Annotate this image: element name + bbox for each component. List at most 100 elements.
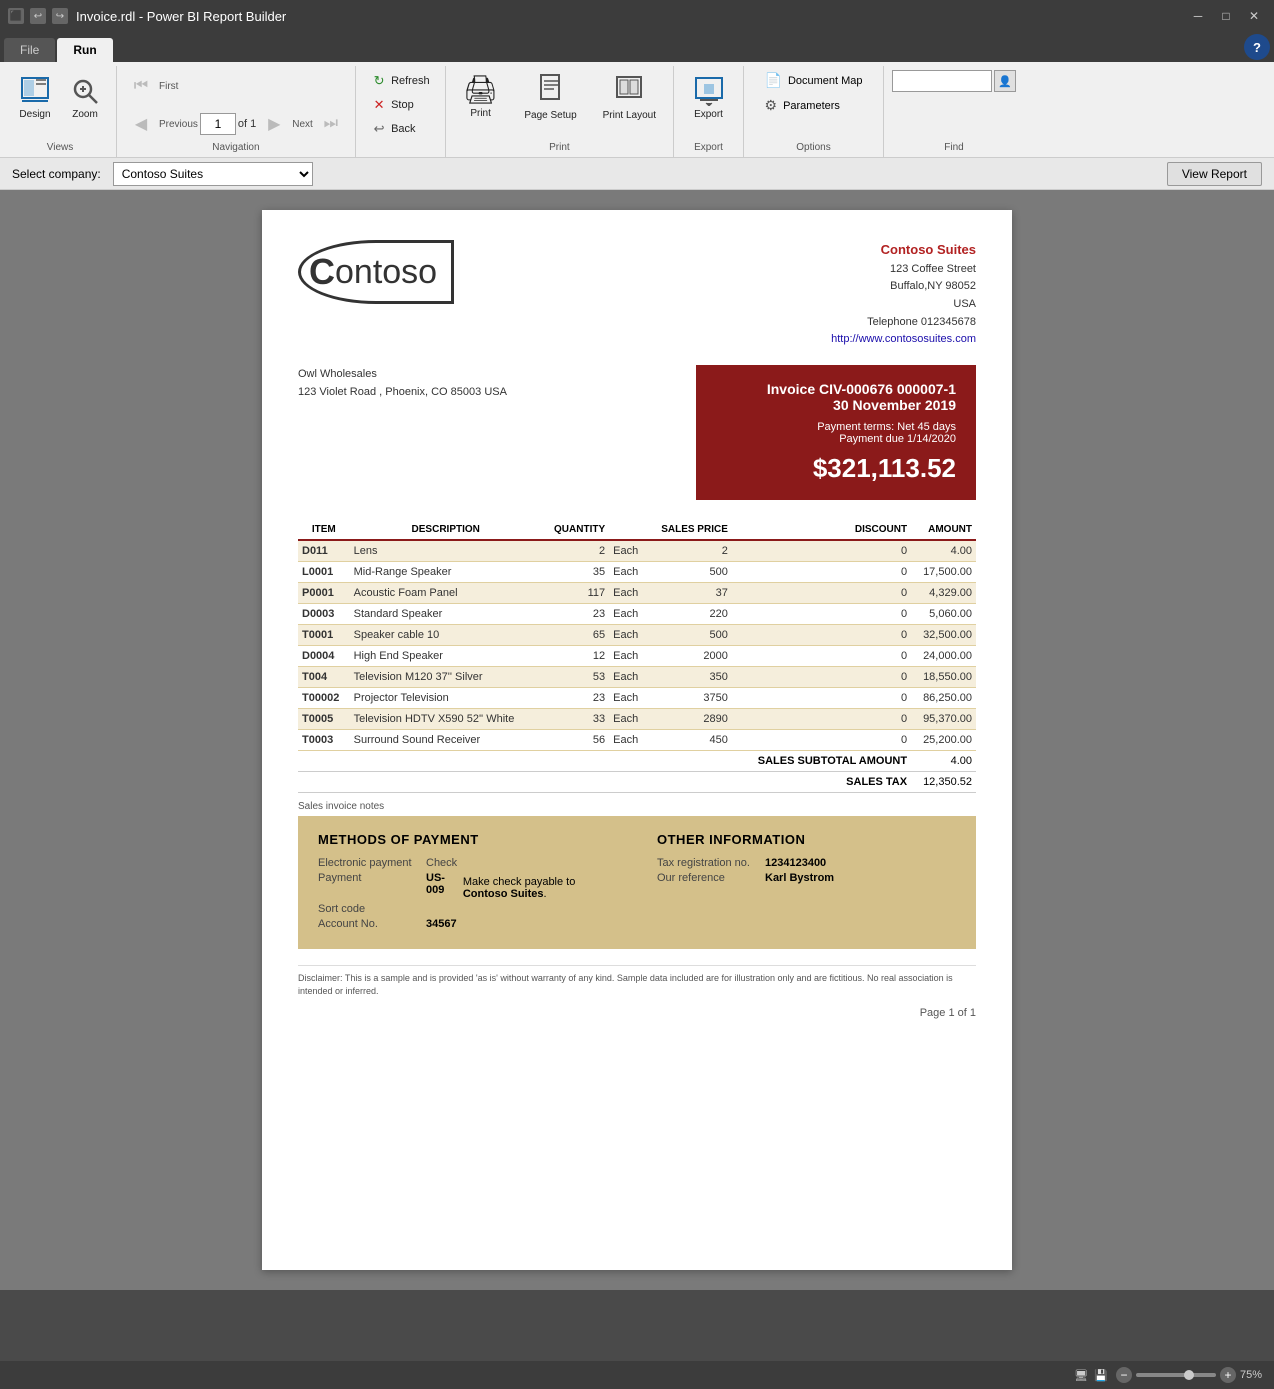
- cell-price: 2000: [647, 645, 732, 666]
- export-button[interactable]: Export: [686, 70, 732, 125]
- app-icon: ⬛: [8, 8, 24, 24]
- find-group-label: Find: [944, 142, 963, 153]
- print-button[interactable]: 🖨 Print: [454, 70, 508, 122]
- page-of-label: of 1: [238, 118, 256, 130]
- cell-unit: Each: [609, 624, 647, 645]
- col-unit: [609, 520, 647, 540]
- last-button[interactable]: ⏭: [315, 108, 347, 140]
- table-row: D0003 Standard Speaker 23 Each 220 0 5,0…: [298, 603, 976, 624]
- zoom-out-button[interactable]: −: [1116, 1367, 1132, 1383]
- total-amount: $321,113.52: [716, 453, 956, 484]
- document-map-option[interactable]: 📄 Document Map: [761, 70, 867, 91]
- cell-price: 220: [647, 603, 732, 624]
- zoom-icon: [69, 75, 101, 107]
- cell-description: Speaker cable 10: [350, 624, 542, 645]
- bill-to-address: 123 Violet Road , Phoenix, CO 85003 USA: [298, 383, 507, 402]
- view-report-button[interactable]: View Report: [1167, 162, 1262, 186]
- cell-amount: 95,370.00: [911, 708, 976, 729]
- first-button[interactable]: ⏮: [125, 70, 157, 102]
- find-input[interactable]: [892, 70, 992, 92]
- page-number-input[interactable]: [200, 113, 236, 135]
- zoom-slider[interactable]: [1136, 1373, 1216, 1377]
- cell-item: D011: [298, 540, 350, 562]
- view-report-label: View Report: [1182, 167, 1247, 181]
- next-label: Next: [292, 119, 313, 130]
- page-setup-button[interactable]: Page Setup: [515, 70, 585, 124]
- company-telephone: Telephone 012345678: [831, 314, 976, 332]
- col-discount: DISCOUNT: [732, 520, 911, 540]
- cell-qty: 33: [542, 708, 609, 729]
- parameters-label: Parameters: [783, 100, 840, 112]
- find-go-button[interactable]: 👤: [994, 70, 1016, 92]
- company-select[interactable]: Contoso Suites: [113, 162, 313, 186]
- cell-qty: 65: [542, 624, 609, 645]
- cell-discount: 0: [732, 687, 911, 708]
- zoom-label: Zoom: [72, 109, 98, 120]
- status-icon-1: 🖥: [1074, 1369, 1088, 1382]
- zoom-button[interactable]: Zoom: [62, 70, 108, 125]
- help-button[interactable]: ?: [1244, 34, 1270, 60]
- undo-icon[interactable]: ↩: [30, 8, 46, 24]
- maximize-button[interactable]: □: [1214, 4, 1238, 28]
- back-label: Back: [391, 123, 415, 135]
- report-page: C ontoso Contoso Suites 123 Coffee Stree…: [262, 210, 1012, 1270]
- subtotal-row: SALES SUBTOTAL AMOUNT 4.00: [298, 750, 976, 771]
- invoice-date: 30 November 2019: [716, 397, 956, 413]
- electronic-label: Electronic payment: [318, 857, 418, 869]
- zoom-percent: 75%: [1240, 1369, 1262, 1381]
- next-button[interactable]: ▶: [258, 108, 290, 140]
- tab-run[interactable]: Run: [57, 38, 112, 62]
- cell-description: Standard Speaker: [350, 603, 542, 624]
- tax-label: SALES TAX: [732, 771, 911, 792]
- payment-terms: Payment terms: Net 45 days: [716, 421, 956, 433]
- table-row: T004 Television M120 37'' Silver 53 Each…: [298, 666, 976, 687]
- close-button[interactable]: ✕: [1242, 4, 1266, 28]
- subtotal-label: SALES SUBTOTAL AMOUNT: [732, 750, 911, 771]
- logo-c: C: [309, 251, 335, 293]
- previous-button[interactable]: ◀: [125, 108, 157, 140]
- report-area: C ontoso Contoso Suites 123 Coffee Stree…: [0, 190, 1274, 1290]
- design-icon: [19, 75, 51, 107]
- cell-item: T0003: [298, 729, 350, 750]
- billing-invoice-row: Owl Wholesales 123 Violet Road , Phoenix…: [298, 365, 976, 500]
- page-setup-icon: [537, 73, 565, 108]
- tab-file[interactable]: File: [4, 38, 55, 62]
- cell-amount: 5,060.00: [911, 603, 976, 624]
- find-go-icon: 👤: [998, 75, 1012, 88]
- design-button[interactable]: Design: [12, 70, 58, 125]
- logo-text: ontoso: [335, 253, 437, 292]
- cell-price: 350: [647, 666, 732, 687]
- redo-icon[interactable]: ↪: [52, 8, 68, 24]
- table-row: D011 Lens 2 Each 2 0 4.00: [298, 540, 976, 562]
- print-label: Print: [470, 108, 491, 119]
- our-ref-label: Our reference: [657, 872, 757, 884]
- account-label: Account No.: [318, 918, 418, 930]
- cell-description: Acoustic Foam Panel: [350, 582, 542, 603]
- back-button[interactable]: ↩ Back: [364, 118, 437, 140]
- account-value: 34567: [426, 918, 457, 930]
- zoom-in-button[interactable]: +: [1220, 1367, 1236, 1383]
- ribbon-group-actions: ↻ Refresh ✕ Stop ↩ Back: [356, 66, 446, 157]
- ribbon-group-print: 🖨 Print Page Setup: [446, 66, 674, 157]
- cell-amount: 32,500.00: [911, 624, 976, 645]
- page-setup-label: Page Setup: [524, 110, 576, 121]
- tax-value: 12,350.52: [911, 771, 976, 792]
- refresh-button[interactable]: ↻ Refresh: [364, 70, 437, 92]
- our-ref-value: Karl Bystrom: [765, 872, 834, 884]
- print-layout-button[interactable]: Print Layout: [594, 70, 665, 124]
- cell-qty: 23: [542, 687, 609, 708]
- company-country: USA: [831, 296, 976, 314]
- print-icon: 🖨: [463, 73, 499, 106]
- stop-button[interactable]: ✕ Stop: [364, 94, 437, 116]
- minimize-button[interactable]: ─: [1186, 4, 1210, 28]
- cell-description: Television HDTV X590 52'' White: [350, 708, 542, 729]
- cell-price: 500: [647, 561, 732, 582]
- tab-bar: File Run ?: [0, 32, 1274, 62]
- table-header-row: ITEM DESCRIPTION QUANTITY SALES PRICE DI…: [298, 520, 976, 540]
- cell-price: 2: [647, 540, 732, 562]
- cell-price: 2890: [647, 708, 732, 729]
- cell-discount: 0: [732, 582, 911, 603]
- parameters-option[interactable]: ⚙ Parameters: [761, 95, 867, 116]
- cell-item: T004: [298, 666, 350, 687]
- cell-unit: Each: [609, 603, 647, 624]
